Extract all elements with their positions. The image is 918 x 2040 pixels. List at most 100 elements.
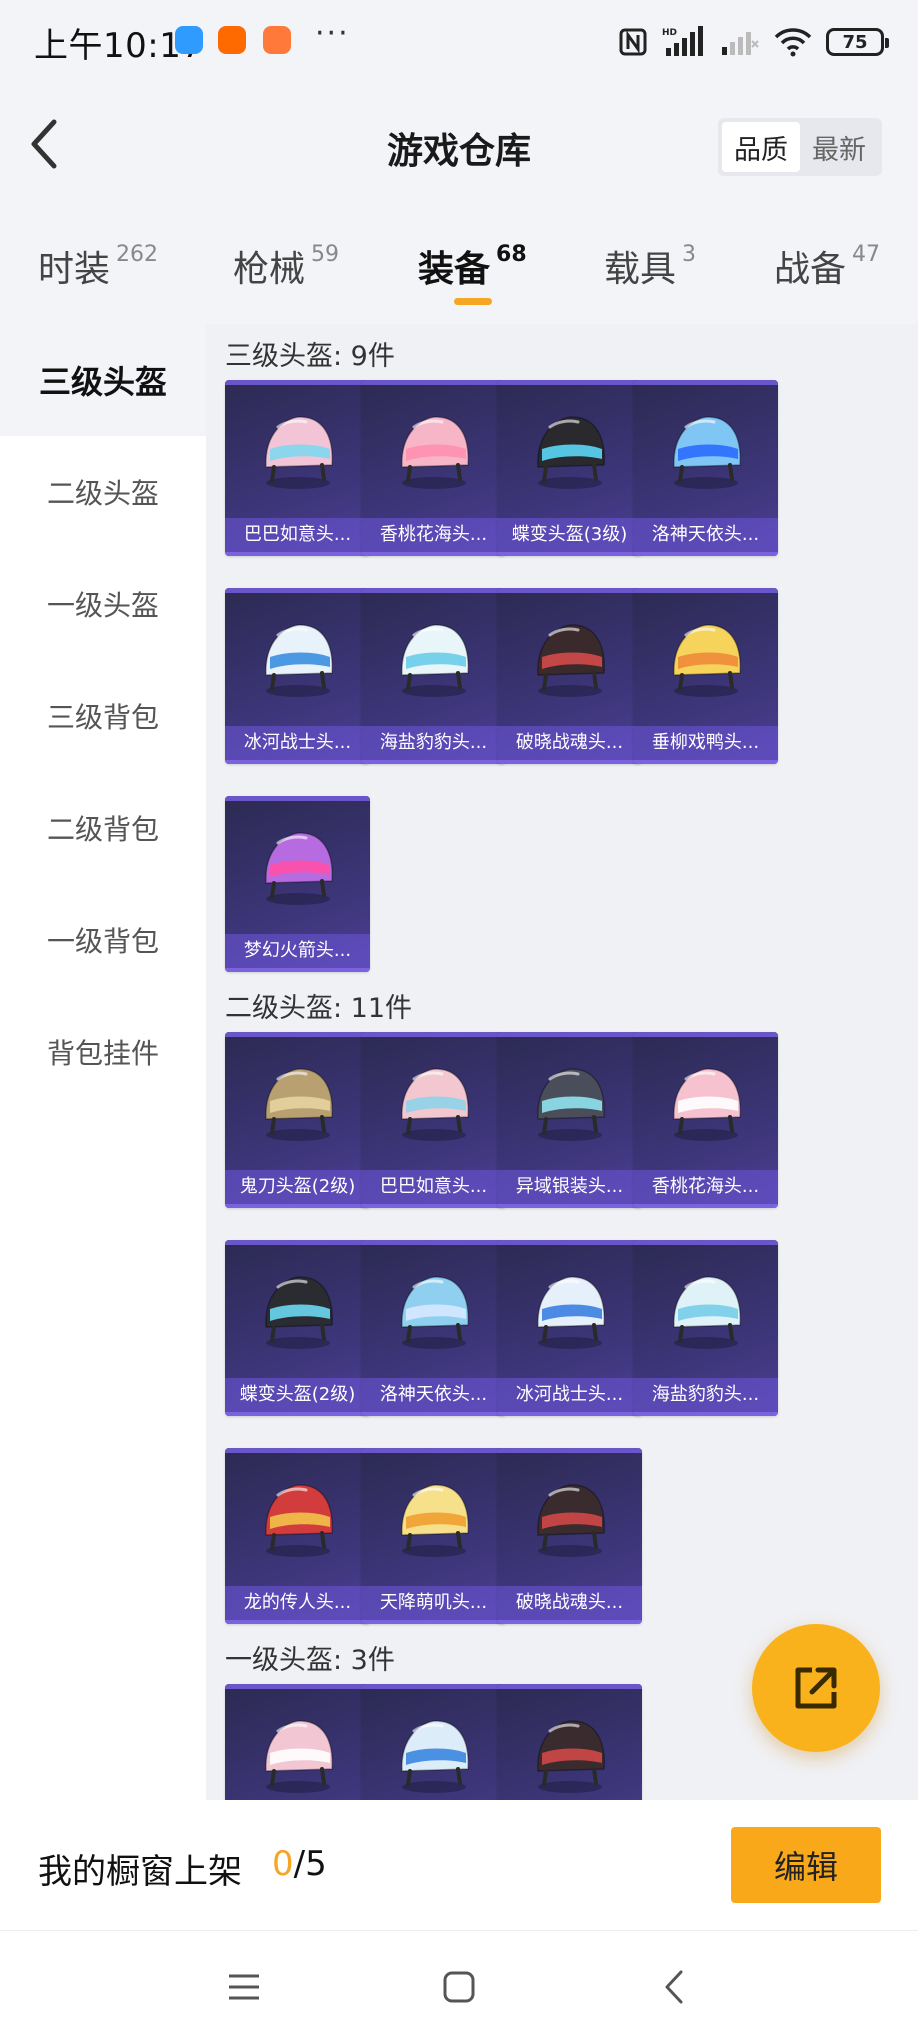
section-title: 二级头盔: 11件 xyxy=(225,993,413,1024)
tab-equipment[interactable]: 装备 68 xyxy=(418,240,527,292)
helmet-icon xyxy=(264,624,333,697)
tab-label: 战备 xyxy=(774,249,847,290)
mall-app-icon xyxy=(263,26,291,54)
item-card[interactable]: 垂柳戏鸭头... xyxy=(633,588,778,764)
back-arrow-icon xyxy=(665,1970,683,2004)
item-image xyxy=(497,1454,642,1584)
sidebar-item-level2-helmet[interactable]: 二级头盔 xyxy=(0,436,206,548)
sidebar-item-level3-helmet[interactable]: 三级头盔 xyxy=(0,324,206,436)
item-name: 香桃花海头... xyxy=(633,1170,778,1204)
showcase-label: 我的橱窗上架 xyxy=(38,1852,242,1892)
tab-battle-gear[interactable]: 战备 47 xyxy=(774,240,880,292)
wifi-icon xyxy=(774,28,812,57)
helmet-icon xyxy=(536,416,605,489)
helmet-icon xyxy=(400,1068,469,1141)
helmet-icon xyxy=(400,624,469,697)
item-card[interactable] xyxy=(361,1684,506,1800)
helmet-icon xyxy=(400,1720,469,1793)
card-footer-bar xyxy=(225,1204,370,1208)
helmet-icon xyxy=(672,416,741,489)
tab-vehicles[interactable]: 载具 3 xyxy=(604,240,696,292)
sort-quality-option[interactable]: 品质 xyxy=(722,122,800,172)
tab-label: 枪械 xyxy=(233,249,306,290)
item-name: 洛神天依头... xyxy=(633,518,778,552)
item-grid: 三级头盔: 9件 巴巴如意头... 香桃花海头... 蝶变头盔(3级) 洛神天依头...… xyxy=(206,324,918,1800)
card-footer-bar xyxy=(497,760,642,764)
item-card[interactable]: 破晓战魂头... xyxy=(497,588,642,764)
tab-fashion[interactable]: 时装 262 xyxy=(38,240,158,292)
helmet-icon xyxy=(264,416,333,489)
item-card[interactable]: 异域银装头... xyxy=(497,1032,642,1208)
item-card[interactable]: 梦幻火箭头... xyxy=(225,796,370,972)
header: 游戏仓库 品质 最新 xyxy=(0,84,918,210)
item-name: 梦幻火箭头... xyxy=(225,934,370,968)
item-card[interactable]: 破晓战魂头... xyxy=(497,1448,642,1624)
item-card[interactable]: 香桃花海头... xyxy=(361,380,506,556)
item-image xyxy=(225,1454,370,1584)
tab-firearms[interactable]: 枪械 59 xyxy=(233,240,339,292)
card-footer-bar xyxy=(497,1204,642,1208)
item-image xyxy=(361,1454,506,1584)
item-card[interactable]: 龙的传人头... xyxy=(225,1448,370,1624)
item-image xyxy=(497,1038,642,1168)
helmet-icon xyxy=(536,1068,605,1141)
card-footer-bar xyxy=(633,1412,778,1416)
item-image xyxy=(497,1246,642,1376)
helmet-icon xyxy=(672,624,741,697)
card-footer-bar xyxy=(633,760,778,764)
item-card[interactable]: 鬼刀头盔(2级) xyxy=(225,1032,370,1208)
item-card[interactable]: 蝶变头盔(2级) xyxy=(225,1240,370,1416)
item-card[interactable] xyxy=(225,1684,370,1800)
sort-newest-option[interactable]: 最新 xyxy=(800,122,878,172)
helmet-icon xyxy=(264,1276,333,1349)
tab-count: 262 xyxy=(116,242,159,267)
item-image xyxy=(633,594,778,724)
battery-icon: 75 xyxy=(826,28,889,56)
item-name: 破晓战魂头... xyxy=(497,726,642,760)
item-card[interactable]: 冰河战士头... xyxy=(497,1240,642,1416)
sidebar-item-level1-helmet[interactable]: 一级头盔 xyxy=(0,548,206,660)
item-image xyxy=(497,594,642,724)
system-back-button[interactable] xyxy=(652,1965,696,2009)
tab-count: 68 xyxy=(496,242,527,267)
item-image xyxy=(497,386,642,516)
helmet-icon xyxy=(264,1484,333,1557)
item-card[interactable]: 香桃花海头... xyxy=(633,1032,778,1208)
sidebar-item-level3-backpack[interactable]: 三级背包 xyxy=(0,660,206,772)
helmet-icon xyxy=(264,832,333,905)
item-card[interactable]: 洛神天依头... xyxy=(361,1240,506,1416)
item-card[interactable]: 天降萌叽头... xyxy=(361,1448,506,1624)
item-card[interactable]: 巴巴如意头... xyxy=(361,1032,506,1208)
item-card[interactable]: 海盐豹豹头... xyxy=(633,1240,778,1416)
showcase-bar: 我的橱窗上架 0/5 编辑 xyxy=(0,1800,918,1930)
active-tab-indicator xyxy=(454,298,492,305)
card-footer-bar xyxy=(633,1204,778,1208)
status-icons: HD 75 xyxy=(618,22,889,62)
item-card[interactable]: 蝶变头盔(3级) xyxy=(497,380,642,556)
message-app-icon xyxy=(175,26,203,54)
item-name: 蝶变头盔(2级) xyxy=(225,1378,370,1412)
sidebar-item-backpack-charm[interactable]: 背包挂件 xyxy=(0,996,206,1108)
sidebar-item-level2-backpack[interactable]: 二级背包 xyxy=(0,772,206,884)
item-image xyxy=(225,386,370,516)
edit-button[interactable]: 编辑 xyxy=(731,1827,881,1903)
item-card[interactable]: 洛神天依头... xyxy=(633,380,778,556)
item-card[interactable] xyxy=(497,1684,642,1800)
item-image xyxy=(361,594,506,724)
card-footer-bar xyxy=(633,552,778,556)
tab-count: 3 xyxy=(682,242,697,267)
card-footer-bar xyxy=(497,1620,642,1624)
share-button[interactable] xyxy=(752,1624,880,1752)
home-button[interactable] xyxy=(437,1965,481,2009)
sidebar-item-level1-backpack[interactable]: 一级背包 xyxy=(0,884,206,996)
home-square-icon xyxy=(443,1971,475,2003)
item-name: 破晓战魂头... xyxy=(497,1586,642,1620)
helmet-icon xyxy=(536,1720,605,1793)
more-notifications-icon: ··· xyxy=(315,16,350,51)
item-card[interactable]: 海盐豹豹头... xyxy=(361,588,506,764)
recents-button[interactable] xyxy=(222,1965,266,2009)
nfc-icon xyxy=(619,28,647,56)
item-card[interactable]: 冰河战士头... xyxy=(225,588,370,764)
card-footer-bar xyxy=(225,552,370,556)
item-card[interactable]: 巴巴如意头... xyxy=(225,380,370,556)
